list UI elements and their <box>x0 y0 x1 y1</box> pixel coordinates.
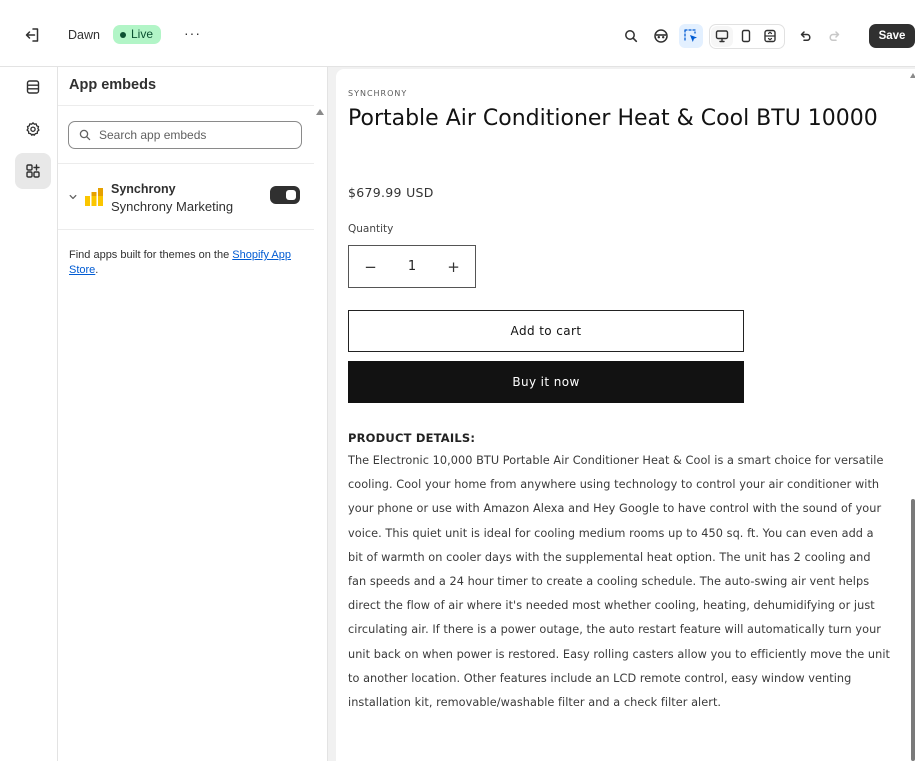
find-apps-suffix: . <box>95 264 99 276</box>
quantity-decrease-button[interactable]: − <box>349 246 392 287</box>
theme-name: Dawn <box>68 28 100 42</box>
inspector-icon[interactable] <box>679 24 703 48</box>
find-apps-text: Find apps built for themes on the Shopif… <box>69 248 304 278</box>
status-badge: Live <box>113 25 162 44</box>
panel-divider <box>58 229 314 230</box>
buy-now-button[interactable]: Buy it now <box>348 361 744 403</box>
product-vendor: SYNCHRONY <box>348 89 408 98</box>
find-apps-prefix: Find apps built for themes on the <box>69 249 233 261</box>
sections-icon[interactable] <box>15 69 51 105</box>
undo-icon[interactable] <box>793 24 817 48</box>
search-field[interactable] <box>68 121 302 149</box>
add-to-cart-button[interactable]: Add to cart <box>348 310 744 352</box>
left-rail <box>0 67 58 761</box>
panel-divider <box>58 105 314 106</box>
quantity-input[interactable]: 1 <box>392 259 432 274</box>
product-price: $679.99 USD <box>348 185 434 200</box>
live-dot-icon <box>120 31 126 38</box>
app-embed-subtitle: Synchrony Marketing <box>111 199 234 214</box>
mobile-icon[interactable] <box>735 26 757 47</box>
app-embed-item[interactable]: Synchrony Synchrony Marketing <box>68 179 304 219</box>
quantity-increase-button[interactable]: + <box>432 246 475 287</box>
preview-scrollbar-thumb[interactable] <box>911 499 915 761</box>
app-embeds-panel: App embeds Synchrony Synchrony Marketing… <box>58 67 328 761</box>
panel-title: App embeds <box>69 77 157 93</box>
redo-icon[interactable] <box>823 24 847 48</box>
panel-divider <box>58 163 314 164</box>
viewport-switcher <box>709 23 785 49</box>
preview-scroll-up-icon[interactable] <box>910 73 915 78</box>
synchrony-logo-icon <box>84 187 104 207</box>
gear-icon[interactable] <box>15 111 51 147</box>
app-embed-toggle[interactable] <box>270 186 300 204</box>
search-input[interactable] <box>99 128 289 142</box>
storefront-preview: SYNCHRONY Portable Air Conditioner Heat … <box>336 69 915 761</box>
top-bar: Dawn Live ··· Save <box>0 0 915 67</box>
save-button[interactable]: Save <box>869 24 915 48</box>
fullscreen-icon[interactable] <box>759 26 781 47</box>
product-title: Portable Air Conditioner Heat & Cool BTU… <box>348 106 878 131</box>
desktop-icon[interactable] <box>711 25 733 47</box>
search-icon <box>79 129 91 141</box>
apps-icon[interactable] <box>15 153 51 189</box>
status-badge-label: Live <box>131 27 154 41</box>
exit-icon[interactable] <box>22 25 42 45</box>
quantity-stepper: − 1 + <box>348 245 476 288</box>
quantity-label: Quantity <box>348 223 394 235</box>
toolbar-icons <box>619 23 853 49</box>
toggle-knob <box>286 190 296 200</box>
search-icon[interactable] <box>619 24 643 48</box>
more-actions-button[interactable]: ··· <box>184 26 201 40</box>
chevron-down-icon[interactable] <box>68 192 78 202</box>
product-details-text: The Electronic 10,000 BTU Portable Air C… <box>348 454 890 710</box>
app-embed-name: Synchrony <box>111 182 176 196</box>
sidekick-icon[interactable] <box>649 24 673 48</box>
scroll-up-arrow-icon[interactable] <box>316 109 324 115</box>
product-details-heading: PRODUCT DETAILS: <box>348 431 476 445</box>
